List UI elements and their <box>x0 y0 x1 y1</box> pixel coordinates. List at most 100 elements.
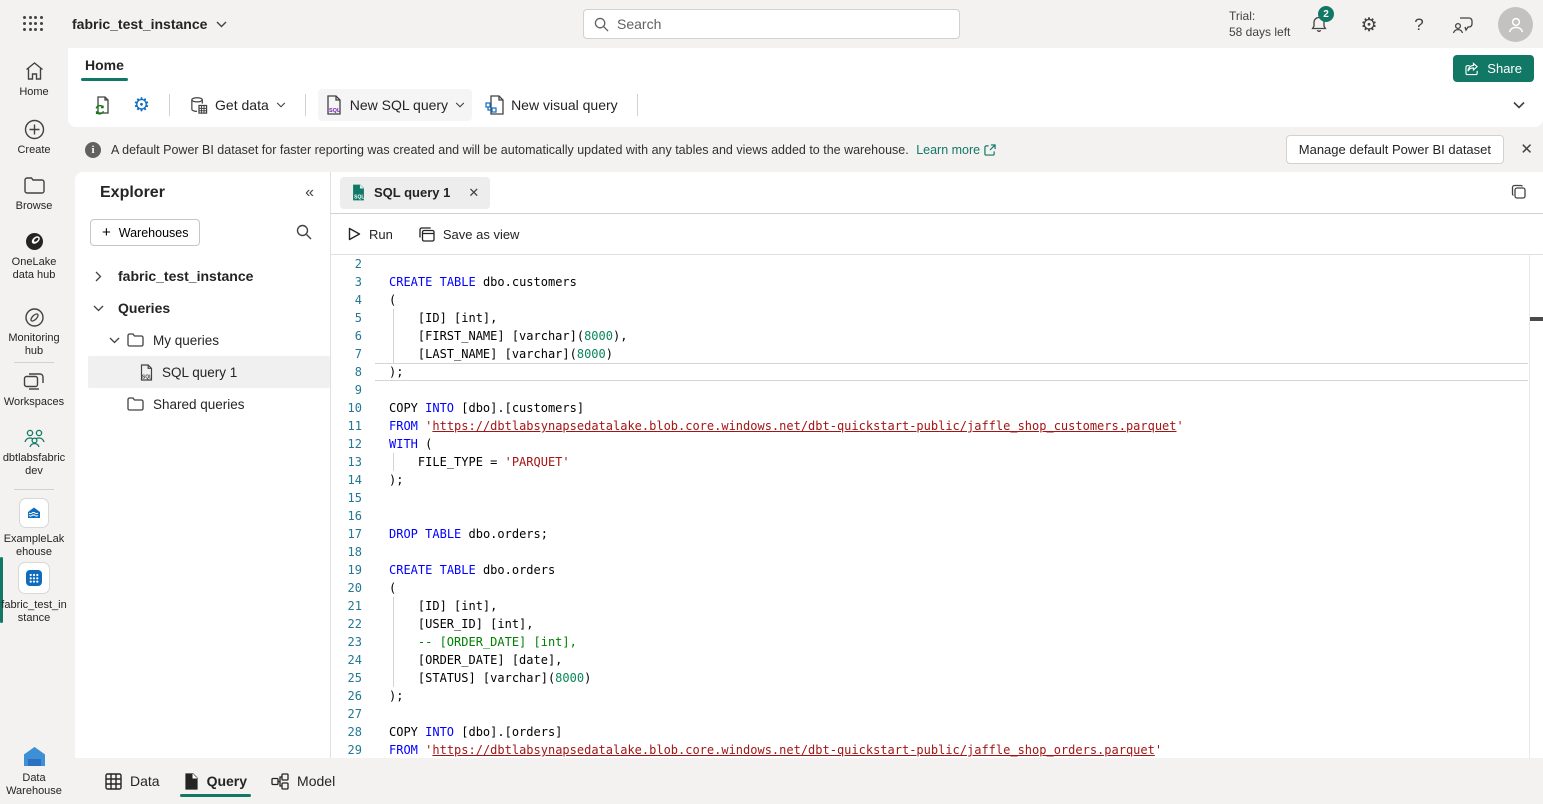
workspace-switcher[interactable]: fabric_test_instance <box>72 14 227 34</box>
tree-item-my-queries[interactable]: My queries <box>75 324 330 356</box>
rail-divider <box>14 362 54 363</box>
code-line[interactable]: 25 [STATUS] [varchar](8000) <box>331 669 1543 687</box>
tree-item-queries[interactable]: Queries <box>75 292 330 324</box>
code-line[interactable]: 27 <box>331 705 1543 723</box>
model-icon <box>271 773 289 790</box>
code-line[interactable]: 24 [ORDER_DATE] [date], <box>331 651 1543 669</box>
app-launcher-icon[interactable] <box>22 14 44 32</box>
code-line[interactable]: 4( <box>331 291 1543 309</box>
nav-item-fabric-test-instance[interactable]: fabric_test_instance <box>0 561 68 625</box>
code-line[interactable]: 8); <box>331 363 1543 381</box>
save-as-view-button[interactable]: Save as view <box>419 227 520 242</box>
tab-model[interactable]: Model <box>259 758 347 804</box>
notifications-button[interactable]: 2 <box>1306 12 1332 38</box>
share-button[interactable]: Share <box>1453 55 1534 82</box>
chevron-down-icon <box>216 21 227 28</box>
database-icon <box>189 96 208 115</box>
manage-dataset-button[interactable]: Manage default Power BI dataset <box>1286 135 1504 164</box>
search-placeholder: Search <box>617 16 661 32</box>
banner-close-icon[interactable]: ✕ <box>1520 140 1533 158</box>
code-line[interactable]: 7 [LAST_NAME] [varchar](8000) <box>331 345 1543 363</box>
plus-icon: + <box>102 224 111 241</box>
nav-item-examplelakehouse[interactable]: ExampleLakehouse <box>0 497 68 559</box>
new-visual-query-button[interactable]: New visual query <box>478 89 625 121</box>
nav-item-browse[interactable]: Browse <box>0 174 68 213</box>
editor-tab-bar: SQL SQL query 1 ✕ <box>331 172 1543 214</box>
help-button[interactable]: ? <box>1406 12 1432 38</box>
chevron-down-icon[interactable] <box>92 305 104 312</box>
chevron-right-icon[interactable] <box>92 271 104 282</box>
editor-scrollbar[interactable] <box>1529 255 1543 758</box>
tab-data[interactable]: Data <box>93 758 172 804</box>
nav-item-data-warehouse[interactable]: Data Warehouse <box>0 744 68 798</box>
people-icon <box>23 427 46 448</box>
code-line[interactable]: 19CREATE TABLE dbo.orders <box>331 561 1543 579</box>
sql-file-icon: SQL <box>139 364 154 381</box>
code-line[interactable]: 14); <box>331 471 1543 489</box>
code-line[interactable]: 28COPY INTO [dbo].[orders] <box>331 723 1543 741</box>
get-data-label: Get data <box>215 97 269 113</box>
code-editor[interactable]: 23CREATE TABLE dbo.customers4(5 [ID] [in… <box>331 255 1543 758</box>
code-line[interactable]: 18 <box>331 543 1543 561</box>
code-line[interactable]: 29FROM 'https://dbtlabsynapsedatalake.bl… <box>331 741 1543 758</box>
nav-item-onelake-data-hub[interactable]: OneLake data hub <box>0 230 68 282</box>
query-settings-button[interactable]: ⚙ <box>126 88 157 123</box>
code-line[interactable]: 12WITH ( <box>331 435 1543 453</box>
run-button[interactable]: Run <box>348 227 393 242</box>
nav-item-monitoring-hub[interactable]: Monitoring hub <box>0 306 68 358</box>
nav-item-dbtlabsfabricdev[interactable]: dbtlabsfabricdev <box>0 426 68 478</box>
tab-sql-query-1[interactable]: SQL SQL query 1 ✕ <box>340 177 490 209</box>
code-line[interactable]: 21 [ID] [int], <box>331 597 1543 615</box>
explorer-search-button[interactable] <box>296 224 312 245</box>
new-sql-query-button[interactable]: SQL New SQL query <box>318 89 472 121</box>
info-icon: i <box>85 142 101 158</box>
tree-item-shared-queries[interactable]: Shared queries <box>75 388 330 420</box>
data-warehouse-icon <box>22 745 47 768</box>
tab-home[interactable]: Home <box>81 55 128 75</box>
table-grid-icon <box>105 773 122 790</box>
collapse-ribbon-button[interactable] <box>1513 96 1525 114</box>
refresh-dataset-button[interactable] <box>86 89 120 121</box>
search-icon <box>296 224 312 240</box>
copy-icon[interactable] <box>1510 183 1528 206</box>
get-data-button[interactable]: Get data <box>182 90 293 121</box>
add-warehouses-button[interactable]: + Warehouses <box>90 219 200 246</box>
query-doc-icon <box>184 773 199 790</box>
settings-button[interactable]: ⚙ <box>1356 12 1382 38</box>
chevron-down-icon[interactable] <box>108 337 120 344</box>
scrollbar-cursor-marker <box>1530 317 1543 321</box>
active-tab-underline <box>180 794 251 797</box>
collapse-explorer-icon[interactable]: « <box>305 184 314 202</box>
code-line[interactable]: 15 <box>331 489 1543 507</box>
tab-query[interactable]: Query <box>172 758 259 804</box>
nav-item-home[interactable]: Home <box>0 60 68 99</box>
banner-text: A default Power BI dataset for faster re… <box>111 143 996 157</box>
tree-item-sql-query-1[interactable]: SQL SQL query 1 <box>88 356 330 388</box>
folder-icon <box>127 397 144 411</box>
code-line[interactable]: 6 [FIRST_NAME] [varchar](8000), <box>331 327 1543 345</box>
code-line[interactable]: 11FROM 'https://dbtlabsynapsedatalake.bl… <box>331 417 1543 435</box>
tree-item-warehouse[interactable]: fabric_test_instance <box>75 260 330 292</box>
learn-more-link[interactable]: Learn more <box>916 143 996 157</box>
nav-item-workspaces[interactable]: Workspaces <box>0 370 68 409</box>
code-line[interactable]: 17DROP TABLE dbo.orders; <box>331 525 1543 543</box>
close-tab-icon[interactable]: ✕ <box>468 185 479 201</box>
warehouse-icon <box>24 568 44 588</box>
search-input[interactable]: Search <box>583 9 960 39</box>
code-line[interactable]: 3CREATE TABLE dbo.customers <box>331 273 1543 291</box>
code-line[interactable]: 13 FILE_TYPE = 'PARQUET' <box>331 453 1543 471</box>
code-line[interactable]: 16 <box>331 507 1543 525</box>
code-line[interactable]: 5 [ID] [int], <box>331 309 1543 327</box>
code-line[interactable]: 22 [USER_ID] [int], <box>331 615 1543 633</box>
left-nav-rail: Home Create Browse OneLake data hub Moni… <box>0 48 68 804</box>
code-line[interactable]: 2 <box>331 255 1543 273</box>
code-line[interactable]: 10COPY INTO [dbo].[customers] <box>331 399 1543 417</box>
code-line[interactable]: 9 <box>331 381 1543 399</box>
rail-divider <box>14 489 54 490</box>
code-line[interactable]: 26); <box>331 687 1543 705</box>
avatar[interactable] <box>1498 7 1533 42</box>
code-line[interactable]: 20( <box>331 579 1543 597</box>
code-line[interactable]: 23 -- [ORDER_DATE] [int], <box>331 633 1543 651</box>
nav-item-create[interactable]: Create <box>0 118 68 157</box>
feedback-button[interactable] <box>1450 12 1476 38</box>
